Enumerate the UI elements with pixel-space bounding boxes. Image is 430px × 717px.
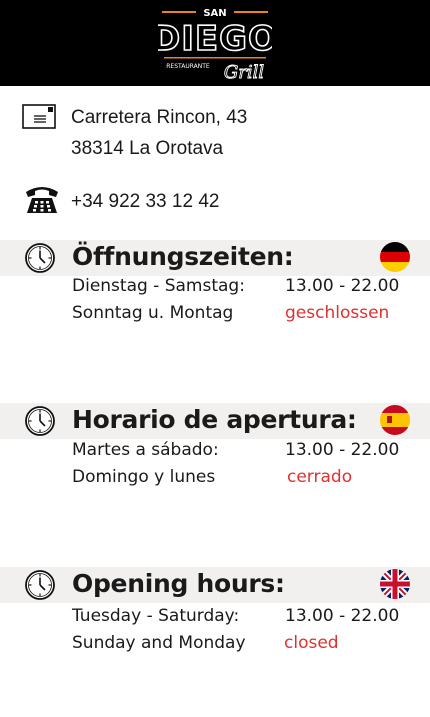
hours-days-es-1: Martes a sábado: xyxy=(72,440,219,460)
header-bar: SAN DIEGO RESTAURANTE Grill xyxy=(0,0,430,86)
envelope-icon xyxy=(22,104,56,129)
hours-days-de-2: Sonntag u. Montag xyxy=(72,303,234,323)
restaurant-logo: SAN DIEGO RESTAURANTE Grill xyxy=(158,8,272,82)
phone-icon xyxy=(26,187,58,213)
hours-days-en-2: Sunday and Monday xyxy=(72,633,246,653)
clock-icon xyxy=(25,570,55,600)
address-line1: Carretera Rincon, 43 xyxy=(71,107,248,128)
clock-icon xyxy=(25,406,55,436)
address-line2: 38314 La Orotava xyxy=(71,138,224,159)
hours-time-de-1: 13.00 - 22.00 xyxy=(285,276,400,296)
hours-days-es-2: Domingo y lunes xyxy=(72,467,216,487)
hours-title-es: Horario de apertura: xyxy=(72,405,357,434)
hours-days-en-1: Tuesday - Saturday: xyxy=(72,606,240,626)
hours-time-en-1: 13.00 - 22.00 xyxy=(285,606,400,626)
phone-number[interactable]: +34 922 33 12 42 xyxy=(71,191,219,213)
hours-time-es-1: 13.00 - 22.00 xyxy=(285,440,400,460)
hours-title-en: Opening hours: xyxy=(72,569,285,598)
hours-days-de-1: Dienstag - Samstag: xyxy=(72,276,245,296)
hours-closed-en: closed xyxy=(284,633,339,653)
logo-top-text: SAN xyxy=(203,8,226,19)
hours-closed-de: geschlossen xyxy=(285,303,390,323)
spanish-flag-icon[interactable] xyxy=(380,405,410,435)
clock-icon xyxy=(25,243,55,273)
hours-title-de: Öffnungszeiten: xyxy=(72,242,294,271)
logo-script-text: Grill xyxy=(224,62,264,82)
german-flag-icon[interactable] xyxy=(380,242,410,272)
hours-closed-es: cerrado xyxy=(287,467,353,487)
logo-main-text: DIEGO xyxy=(158,19,272,59)
logo-small-text: RESTAURANTE xyxy=(166,63,210,70)
uk-flag-icon[interactable] xyxy=(380,569,410,599)
